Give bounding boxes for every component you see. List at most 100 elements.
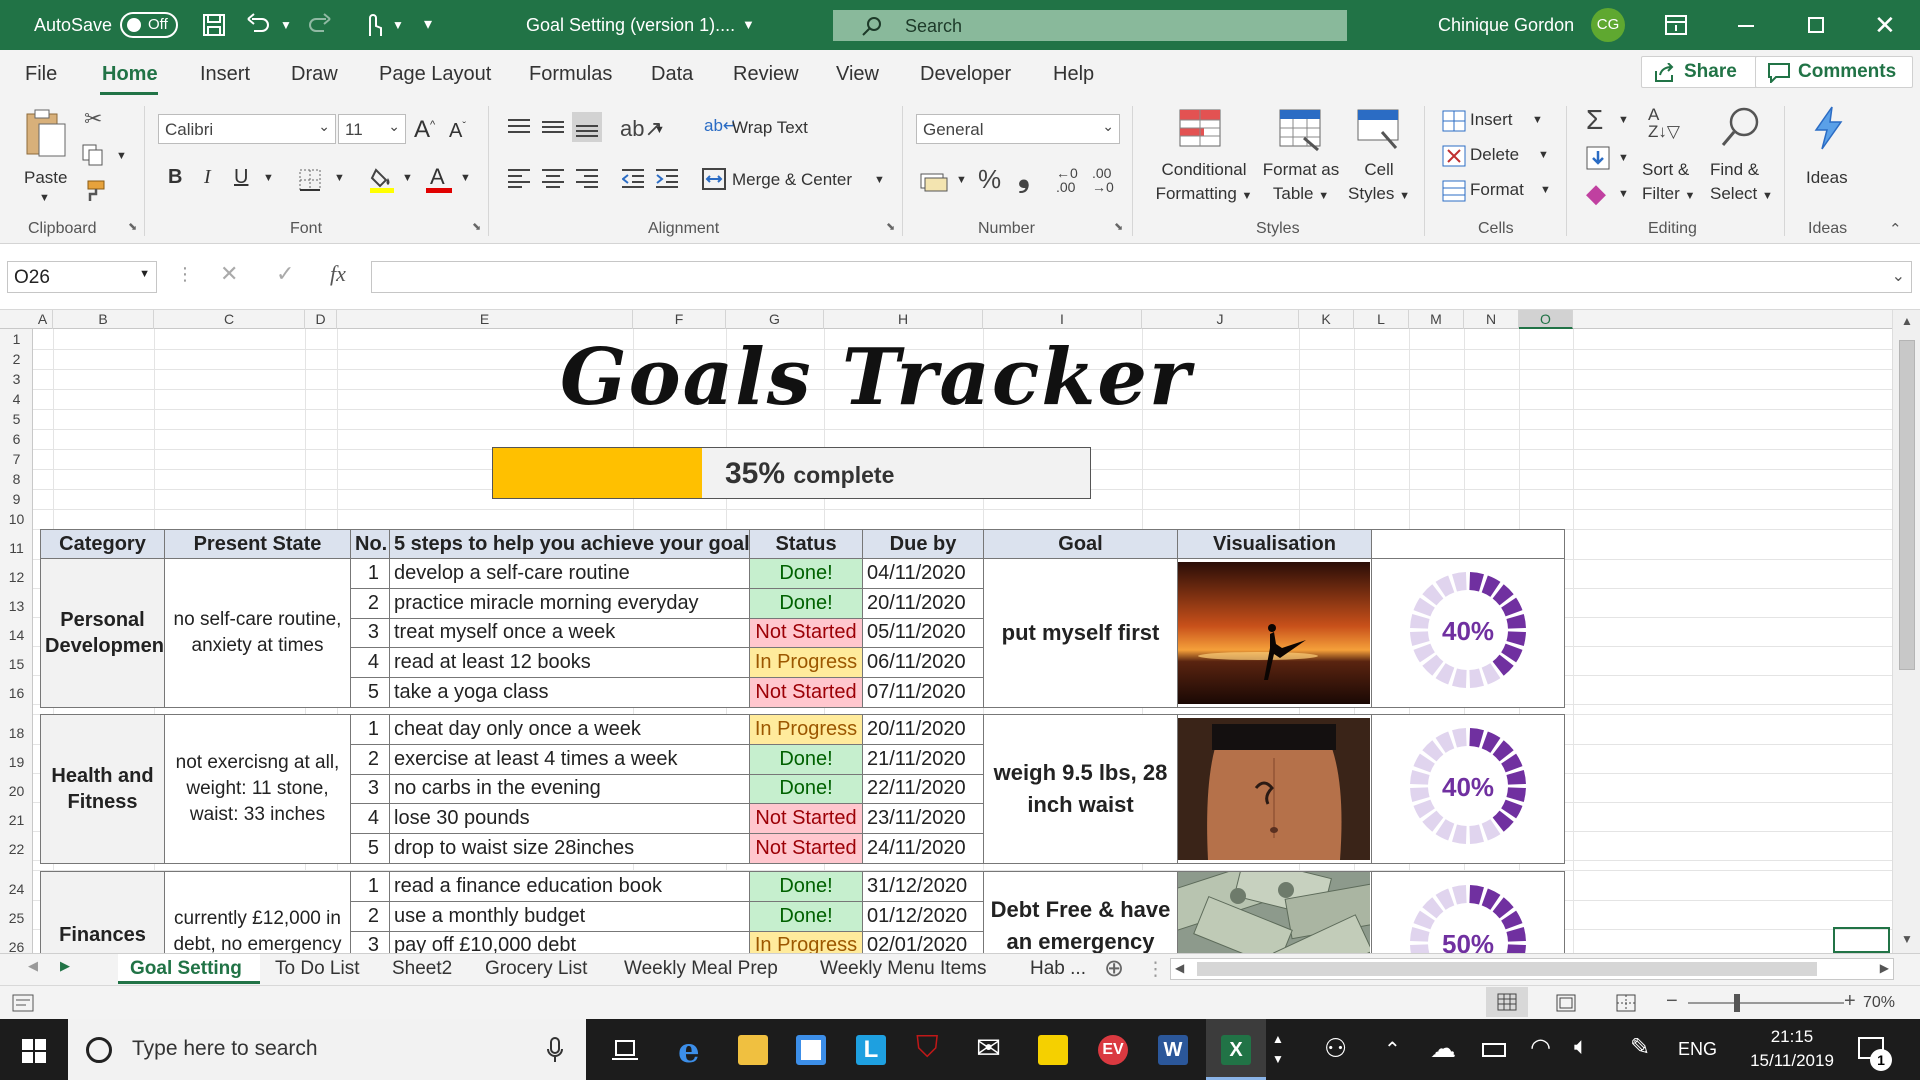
decrease-font-icon[interactable]: Aˇ — [449, 120, 466, 143]
wrap-text-button[interactable]: ab↵ Wrap Text — [704, 116, 824, 146]
status-cell[interactable]: Done! — [749, 773, 863, 805]
volume-icon[interactable]: 🔈︎ — [1574, 1033, 1588, 1061]
visualisation-cell[interactable] — [1177, 714, 1372, 864]
sheet-tab-weekly-meal-prep[interactable]: Weekly Meal Prep — [624, 958, 778, 980]
borders-dropdown-icon[interactable]: ▼ — [334, 172, 345, 184]
tab-page-layout[interactable]: Page Layout — [379, 63, 491, 86]
next-sheet-icon[interactable]: ▶ — [60, 958, 70, 974]
alignment-launcher-icon[interactable]: ⬊ — [886, 220, 895, 233]
font-color-icon[interactable]: A — [426, 164, 452, 194]
row-header-4[interactable]: 4 — [0, 389, 33, 409]
row-header-22[interactable]: 22 — [0, 831, 33, 860]
tab-help[interactable]: Help — [1053, 63, 1094, 86]
zoom-slider-thumb[interactable] — [1734, 994, 1740, 1012]
zoom-out-icon[interactable]: − — [1666, 990, 1678, 1013]
step-text[interactable]: pay off £10,000 debt — [389, 930, 750, 953]
sheet-tab-hab[interactable]: Hab ... — [1030, 958, 1086, 980]
category-cell[interactable]: Health and Fitness — [40, 714, 165, 864]
name-box-dropdown-icon[interactable]: ▼ — [139, 268, 150, 280]
step-text[interactable]: exercise at least 4 times a week — [389, 743, 750, 775]
avatar[interactable]: CG — [1591, 8, 1625, 42]
status-cell[interactable]: Done! — [749, 900, 863, 932]
due-date-cell[interactable]: 05/11/2020 — [862, 617, 984, 649]
undo-dropdown-icon[interactable]: ▼ — [280, 0, 292, 50]
battery-icon[interactable] — [1482, 1043, 1506, 1057]
horizontal-scrollbar[interactable]: ◀ ▶ — [1170, 958, 1894, 980]
microphone-icon[interactable] — [546, 1037, 564, 1063]
bottom-align-icon[interactable] — [572, 112, 602, 142]
fill-color-dropdown-icon[interactable]: ▼ — [402, 172, 413, 184]
scroll-right-icon[interactable]: ▶ — [1880, 961, 1889, 975]
cancel-icon[interactable]: ✕ — [220, 261, 238, 287]
bold-icon[interactable]: B — [168, 166, 182, 189]
comments-button[interactable]: Comments — [1755, 56, 1913, 88]
row-header-hidden[interactable] — [0, 860, 33, 870]
accounting-dropdown-icon[interactable]: ▼ — [956, 174, 967, 186]
step-number[interactable]: 5 — [350, 677, 390, 708]
column-header-i[interactable]: I — [983, 310, 1142, 329]
status-cell[interactable]: Done! — [749, 558, 863, 589]
windows-start-icon[interactable] — [22, 1039, 46, 1063]
tab-file[interactable]: File — [25, 63, 57, 86]
clear-icon[interactable]: ◆ — [1586, 178, 1606, 209]
font-color-dropdown-icon[interactable]: ▼ — [460, 172, 471, 184]
status-cell[interactable]: Not Started — [749, 617, 863, 649]
ribbon-display-icon[interactable] — [1665, 15, 1687, 35]
excel-taskbar-active[interactable]: X — [1206, 1019, 1266, 1080]
present-state-cell[interactable]: currently £12,000 in debt, no emergency — [164, 871, 351, 953]
underline-icon[interactable]: U — [234, 166, 248, 189]
orientation-dropdown-icon[interactable]: ▼ — [654, 124, 665, 136]
vertical-scroll-thumb[interactable] — [1899, 340, 1915, 670]
row-header-25[interactable]: 25 — [0, 900, 33, 929]
due-date-cell[interactable]: 22/11/2020 — [862, 773, 984, 805]
percent-style-icon[interactable]: % — [978, 164, 1001, 195]
column-header-f[interactable]: F — [633, 310, 726, 329]
tab-view[interactable]: View — [836, 63, 879, 86]
zoom-in-icon[interactable]: + — [1844, 990, 1856, 1013]
step-number[interactable]: 3 — [350, 773, 390, 805]
increase-decimal-icon[interactable]: ←0.00 — [1056, 166, 1078, 194]
row-header-26[interactable]: 26 — [0, 929, 33, 953]
prev-sheet-icon[interactable]: ◀ — [28, 958, 38, 974]
row-header-10[interactable]: 10 — [0, 509, 33, 529]
tab-formulas[interactable]: Formulas — [529, 63, 612, 86]
minimize-button[interactable] — [1738, 25, 1754, 27]
status-cell[interactable]: Not Started — [749, 833, 863, 864]
due-date-cell[interactable]: 20/11/2020 — [862, 587, 984, 619]
row-header-9[interactable]: 9 — [0, 489, 33, 509]
find-select-button[interactable]: Find & Select ▼ — [1708, 106, 1778, 216]
row-header-hidden[interactable] — [0, 704, 33, 714]
status-cell[interactable]: In Progress — [749, 647, 863, 679]
step-text[interactable]: treat myself once a week — [389, 617, 750, 649]
new-sheet-icon[interactable]: ⊕ — [1104, 954, 1124, 983]
autosum-dropdown-icon[interactable]: ▼ — [1618, 114, 1629, 126]
row-header-18[interactable]: 18 — [0, 714, 33, 744]
touch-mode-icon[interactable] — [362, 12, 384, 38]
customize-toolbar-icon[interactable]: ▾ — [424, 0, 432, 50]
step-number[interactable]: 2 — [350, 743, 390, 775]
step-number[interactable]: 1 — [350, 714, 390, 745]
format-as-table-button[interactable]: Format as Table ▼ — [1254, 108, 1348, 216]
decrease-decimal-icon[interactable]: .00 →0 — [1092, 166, 1114, 194]
row-header-2[interactable]: 2 — [0, 349, 33, 369]
sheet-tab-grocery-list[interactable]: Grocery List — [485, 958, 587, 980]
column-header-h[interactable]: H — [824, 310, 983, 329]
step-number[interactable]: 5 — [350, 833, 390, 864]
row-header-13[interactable]: 13 — [0, 588, 33, 617]
edge-icon[interactable]: e — [678, 1031, 700, 1071]
borders-icon[interactable] — [298, 168, 322, 192]
step-number[interactable]: 3 — [350, 617, 390, 649]
status-cell[interactable]: Not Started — [749, 677, 863, 708]
sheet-tab-to-do-list[interactable]: To Do List — [275, 958, 359, 980]
row-header-14[interactable]: 14 — [0, 617, 33, 646]
cell-styles-button[interactable]: Cell Styles ▼ — [1348, 108, 1410, 216]
status-cell[interactable]: In Progress — [749, 714, 863, 745]
column-header-g[interactable]: G — [726, 310, 824, 329]
fill-dropdown-icon[interactable]: ▼ — [1618, 152, 1629, 164]
people-icon[interactable]: ⚇ — [1324, 1033, 1347, 1064]
column-header-a[interactable]: A — [33, 310, 53, 329]
comma-style-icon[interactable]: ❟ — [1018, 160, 1030, 194]
row-header-5[interactable]: 5 — [0, 409, 33, 429]
drag-handle-icon[interactable]: ⋮ — [176, 264, 194, 285]
row-header-19[interactable]: 19 — [0, 744, 33, 773]
